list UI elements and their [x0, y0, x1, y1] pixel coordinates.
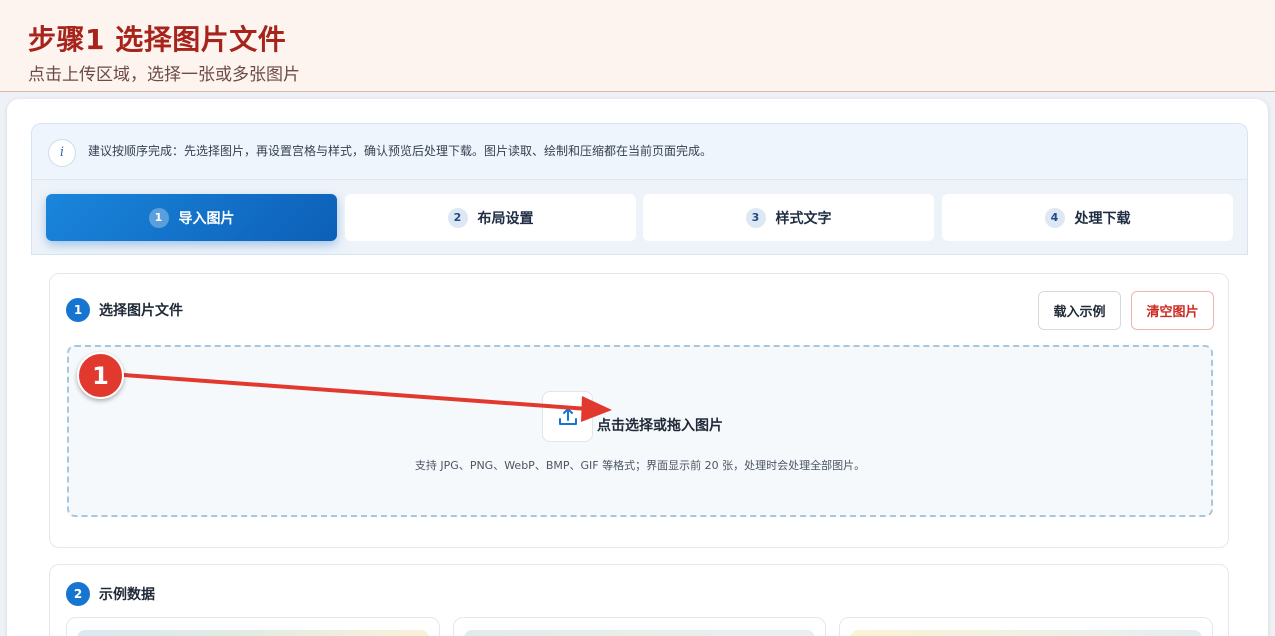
guide-header: 步骤1 选择图片文件 点击上传区域，选择一张或多张图片: [0, 0, 1275, 92]
upload-dropzone[interactable]: 点击选择或拖入图片 支持 JPG、PNG、WebP、BMP、GIF 等格式；界面…: [67, 345, 1213, 517]
sample-card[interactable]: [839, 617, 1213, 636]
tab-label: 处理下载: [1074, 210, 1131, 227]
tab-label: 导入图片: [178, 210, 235, 227]
section-badge: 2: [66, 582, 90, 606]
tab-label: 样式文字: [775, 210, 832, 227]
sample-thumbnail: [77, 630, 429, 636]
guide-subtitle: 点击上传区域，选择一张或多张图片: [28, 65, 300, 85]
guide-title: 步骤1 选择图片文件: [28, 23, 287, 56]
load-sample-button[interactable]: 载入示例: [1038, 291, 1121, 330]
tab-style-text[interactable]: 3 样式文字: [643, 194, 934, 241]
section-title: 选择图片文件: [99, 303, 183, 319]
sample-card[interactable]: [453, 617, 826, 636]
select-images-section: 1 选择图片文件 载入示例 清空图片 点击选择或拖入图片 支持 JPG、PNG、…: [49, 273, 1229, 548]
tab-number: 4: [1044, 207, 1065, 228]
sample-card[interactable]: [66, 617, 440, 636]
section-header: 1 选择图片文件: [66, 298, 183, 322]
section-badge: 1: [66, 298, 90, 322]
tip-text: 建议按顺序完成：先选择图片，再设置宫格与样式，确认预览后处理下载。图片读取、绘制…: [88, 144, 713, 158]
tab-number: 1: [148, 207, 169, 228]
info-icon: i: [48, 139, 76, 167]
section-title: 示例数据: [99, 587, 155, 603]
section-header: 2 示例数据: [66, 582, 155, 606]
annotation-marker: 1: [77, 352, 124, 399]
tab-number: 2: [447, 207, 468, 228]
dropzone-note: 支持 JPG、PNG、WebP、BMP、GIF 等格式；界面显示前 20 张，处…: [414, 459, 866, 472]
tab-label: 布局设置: [477, 210, 534, 227]
tab-import-images[interactable]: 1 导入图片: [46, 194, 337, 241]
dropzone-title: 点击选择或拖入图片: [597, 418, 723, 434]
step-tab-bar: 1 导入图片 2 布局设置 3 样式文字 4 处理下载: [31, 179, 1248, 255]
tab-layout-settings[interactable]: 2 布局设置: [345, 194, 636, 241]
sample-thumbnail: [850, 630, 1202, 636]
clear-images-button[interactable]: 清空图片: [1131, 291, 1214, 330]
upload-icon: [542, 391, 593, 442]
tab-number: 3: [745, 207, 766, 228]
sample-data-section: 2 示例数据: [49, 564, 1229, 636]
sample-thumbnail: [464, 630, 815, 636]
tab-process-download[interactable]: 4 处理下载: [942, 194, 1233, 241]
tip-banner: i 建议按顺序完成：先选择图片，再设置宫格与样式，确认预览后处理下载。图片读取、…: [31, 123, 1248, 179]
